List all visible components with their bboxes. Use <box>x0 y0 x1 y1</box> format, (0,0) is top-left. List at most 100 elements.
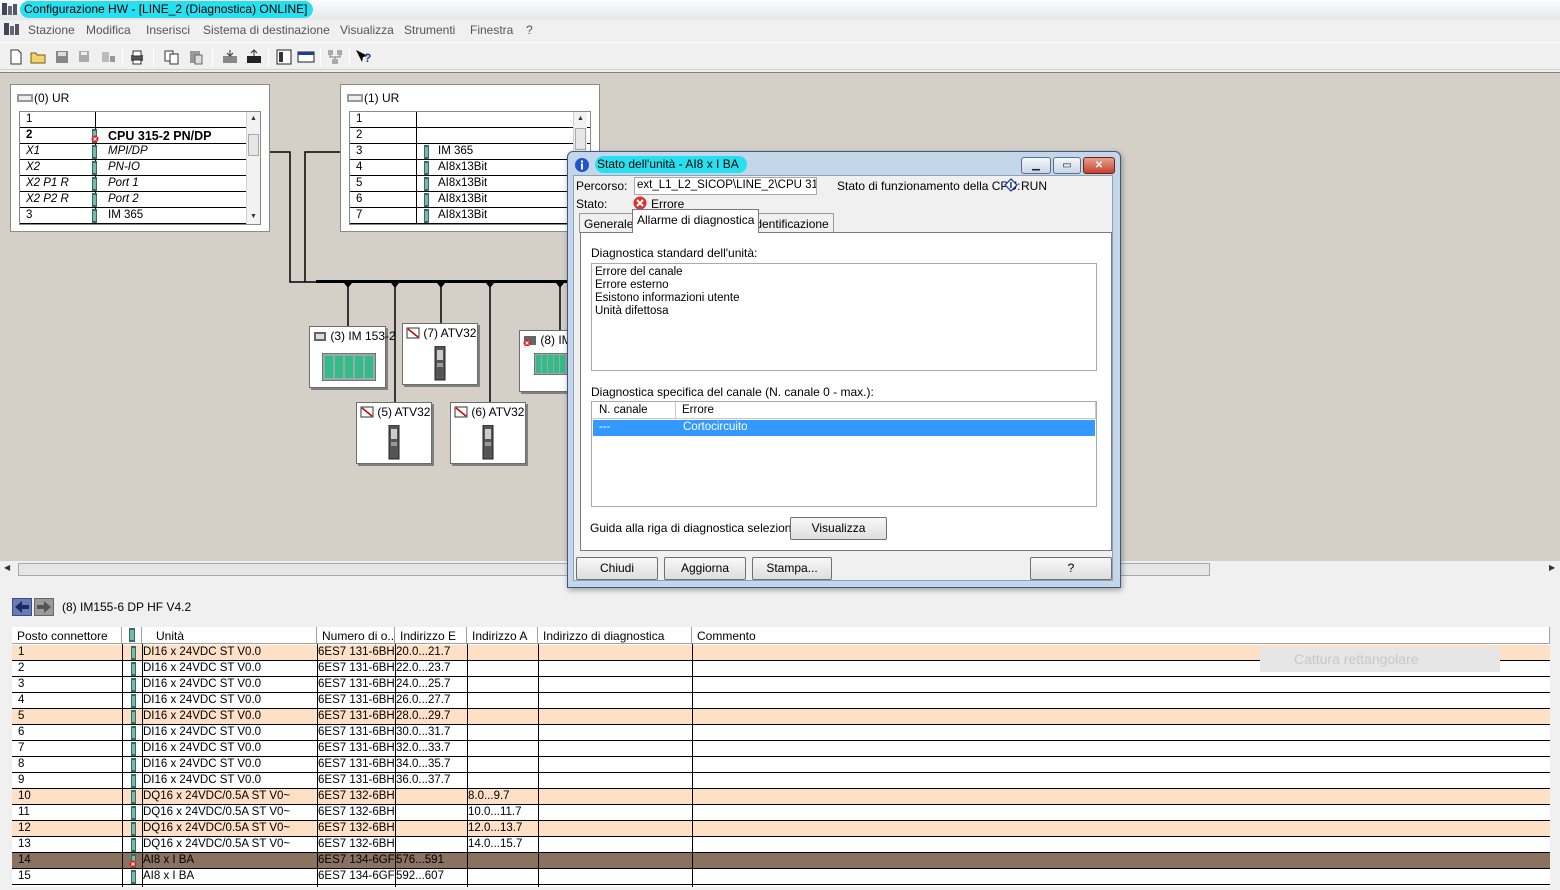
module-icon <box>131 678 136 692</box>
grid-line <box>317 644 318 887</box>
col-header-channel[interactable]: N. canale <box>593 402 676 419</box>
col-header-order-number[interactable]: Numero di o... <box>317 627 395 644</box>
tab-allarme-di-diagnostica[interactable]: Allarme di diagnostica <box>632 209 760 233</box>
node-im153-2[interactable]: (3) IM 153-2 <box>309 326 396 388</box>
drive-status-icon <box>406 327 420 339</box>
module-table-scrollbar[interactable] <box>1550 627 1560 887</box>
guide-label: Guida alla riga di diagnostica seleziona… <box>590 521 812 535</box>
table-row[interactable]: 13 DQ16 x 24VDC/0.5A ST V0~ 6ES7 132-6BH0 1… <box>12 837 1550 853</box>
node-label: (3) IM 153-2 <box>313 329 396 343</box>
et200m-rack-icon <box>322 353 376 381</box>
minimize-icon[interactable]: ▁ <box>1021 157 1051 174</box>
cell-input-address: 24.0...25.7 <box>396 678 451 690</box>
download-icon[interactable] <box>98 47 118 67</box>
menu-finestra[interactable]: Finestra <box>470 23 513 37</box>
toolbar-separator <box>153 48 154 66</box>
refresh-button[interactable]: Aggiorna <box>664 557 746 580</box>
tab-identificazione[interactable]: Identificazione <box>747 213 834 233</box>
cell-slot: 2 <box>18 662 25 674</box>
std-diag-list[interactable]: Errore del canale Errore esterno Esistono … <box>591 263 1097 371</box>
cell-order-number: 6ES7 132-6BH0 <box>318 838 395 850</box>
cell-slot: 3 <box>18 678 25 690</box>
scroll-right-icon[interactable]: ▶ <box>1549 563 1555 572</box>
drive-status-icon <box>360 406 374 418</box>
cpu-mode-label: Stato di funzionamento della CPU: <box>837 179 1021 193</box>
table-row[interactable]: 3 DI16 x 24VDC ST V0.0 6ES7 131-6BH0 24.0..… <box>12 677 1550 693</box>
menu-inserisci[interactable]: Inserisci <box>146 23 190 37</box>
open-icon[interactable] <box>28 47 48 67</box>
load-to-module-icon[interactable] <box>220 47 240 67</box>
save-compile-icon[interactable] <box>74 47 94 67</box>
menu-strumenti[interactable]: Strumenti <box>404 23 455 37</box>
table-row[interactable]: 4 DI16 x 24VDC ST V0.0 6ES7 131-6BH0 26.0..… <box>12 693 1550 709</box>
grid-line <box>395 644 396 887</box>
scroll-left-icon[interactable]: ◀ <box>4 563 10 572</box>
load-to-pg-icon[interactable] <box>244 47 264 67</box>
node-atv32-5[interactable]: (5) ATV32 <box>356 402 432 464</box>
new-icon[interactable] <box>6 47 26 67</box>
snipping-tool-ghost: Cattura rettangolare <box>1260 648 1500 672</box>
node-atv32-7[interactable]: (7) ATV32 <box>402 323 478 385</box>
menu-sistema-di-destinazione[interactable]: Sistema di destinazione <box>203 23 330 37</box>
close-button[interactable]: Chiudi <box>576 557 658 580</box>
menu-stazione[interactable]: Stazione <box>28 23 75 37</box>
table-row[interactable]: 11 DQ16 x 24VDC/0.5A ST V0~ 6ES7 132-6BH0 1… <box>12 805 1550 821</box>
node-label: (5) ATV32 <box>360 405 430 419</box>
menu-help[interactable]: ? <box>526 23 533 37</box>
cell-input-address: 36.0...37.7 <box>396 774 451 786</box>
table-row[interactable]: 9 DI16 x 24VDC ST V0.0 6ES7 131-6BH0 36.0..… <box>12 773 1550 789</box>
cell-input-address: 22.0...23.7 <box>396 662 451 674</box>
node-atv32-6[interactable]: (6) ATV32 <box>450 402 526 464</box>
close-icon[interactable]: ✕ <box>1083 157 1115 174</box>
col-header-input-address[interactable]: Indirizzo E <box>395 627 467 644</box>
overview-icon[interactable] <box>296 47 316 67</box>
table-row[interactable]: 7 DI16 x 24VDC ST V0.0 6ES7 131-6BH0 32.0..… <box>12 741 1550 757</box>
col-header-output-address[interactable]: Indirizzo A <box>467 627 538 644</box>
table-row[interactable]: 5 DI16 x 24VDC ST V0.0 6ES7 131-6BH0 28.0..… <box>12 709 1550 725</box>
cell-unit: AI8 x I BA <box>143 870 195 882</box>
maximize-icon[interactable]: ▭ <box>1053 157 1081 174</box>
cpu-mode-value: RUN <box>1021 179 1047 193</box>
table-row[interactable]: 8 DI16 x 24VDC ST V0.0 6ES7 131-6BH0 34.0..… <box>12 757 1550 773</box>
module-icon <box>131 806 136 820</box>
cell-unit: DQ16 x 24VDC/0.5A ST V0~ <box>143 822 291 834</box>
std-diag-label: Diagnostica standard dell'unità: <box>591 246 758 260</box>
module-icon <box>131 694 136 708</box>
copy-icon[interactable] <box>162 47 182 67</box>
table-row[interactable]: 10 DQ16 x 24VDC/0.5A ST V0~ 6ES7 132-6BH0 8… <box>12 789 1550 805</box>
help-button[interactable]: ? <box>1030 557 1112 580</box>
grid-line <box>122 644 123 887</box>
table-row[interactable]: 6 DI16 x 24VDC ST V0.0 6ES7 131-6BH0 30.0..… <box>12 725 1550 741</box>
table-row[interactable]: 14 AI8 x I BA 6ES7 134-6GF0 576...591 <box>12 853 1550 869</box>
forward-arrow-icon[interactable] <box>34 598 54 616</box>
drive-icon <box>388 425 400 460</box>
channel-diag-row[interactable]: --- Cortocircuito <box>593 420 1095 436</box>
dialog-titlebar[interactable]: Stato dell'unità - AI8 x I BA ▁ ▭ ✕ <box>572 155 1116 175</box>
col-header-error[interactable]: Errore <box>676 402 1096 419</box>
catalog-icon[interactable] <box>274 47 294 67</box>
context-help-icon[interactable]: ? <box>353 47 373 67</box>
network-icon[interactable] <box>325 47 345 67</box>
print-button[interactable]: Stampa... <box>752 557 832 580</box>
col-header-slot[interactable]: Posto connettore <box>12 627 122 644</box>
col-header-diagnostic-address[interactable]: Indirizzo di diagnostica <box>538 627 692 644</box>
show-button[interactable]: Visualizza <box>790 517 887 540</box>
grid-line <box>692 644 693 887</box>
module-icon <box>131 870 136 884</box>
col-header-comment[interactable]: Commento <box>692 627 1550 644</box>
tab-generale[interactable]: Generale <box>579 213 639 233</box>
table-row[interactable]: 15 AI8 x I BA 6ES7 134-6GF0 592...607 <box>12 869 1550 885</box>
paste-icon[interactable] <box>186 47 206 67</box>
node-im-8[interactable]: (8) IM <box>519 330 572 392</box>
print-icon[interactable] <box>127 47 147 67</box>
col-header-icon[interactable] <box>122 627 142 644</box>
back-arrow-icon[interactable] <box>12 598 32 616</box>
menu-visualizza[interactable]: Visualizza <box>340 23 394 37</box>
channel-diag-list[interactable]: N. canale Errore --- Cortocircuito <box>591 401 1097 507</box>
col-header-unit[interactable]: Unità <box>142 627 317 644</box>
save-icon[interactable] <box>52 47 72 67</box>
mdi-window-icon[interactable] <box>4 22 20 36</box>
table-row[interactable]: 12 DQ16 x 24VDC/0.5A ST V0~ 6ES7 132-6BH0 1… <box>12 821 1550 837</box>
path-field[interactable]: ext_L1_L2_SICOP\LINE_2\CPU 315 <box>634 177 817 195</box>
menu-modifica[interactable]: Modifica <box>86 23 131 37</box>
